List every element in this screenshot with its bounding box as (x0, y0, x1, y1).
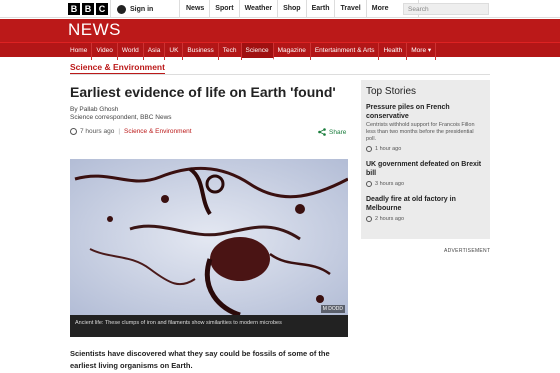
advertisement-label: ADVERTISEMENT (444, 248, 491, 254)
top-nav-weather[interactable]: Weather (240, 0, 279, 18)
nav-science[interactable]: Science (241, 43, 274, 60)
clock-icon (366, 216, 372, 222)
sign-in-button[interactable]: Sign in (110, 0, 180, 18)
nav-uk[interactable]: UK (165, 43, 184, 60)
top-story-time-label: 1 hour ago (375, 146, 402, 152)
top-story-title[interactable]: Deadly fire at old factory in Melbourne (366, 195, 485, 213)
top-story-summary: Centrists withhold support for Francois … (366, 122, 475, 142)
top-story-item[interactable]: Pressure piles on French conservative Ce… (366, 103, 485, 152)
nav-business[interactable]: Business (183, 43, 219, 60)
share-icon (318, 128, 326, 136)
byline-author: By Pallab Ghosh (70, 106, 119, 113)
image-caption: Ancient life: These clumps of iron and f… (70, 315, 348, 337)
top-story-title[interactable]: Pressure piles on French conservative (366, 103, 485, 121)
divider (70, 74, 490, 75)
sign-in-label: Sign in (130, 5, 154, 13)
article-lead: Scientists have discovered what they say… (70, 349, 330, 370)
nav-asia[interactable]: Asia (144, 43, 166, 60)
image-credit: M DODD (320, 305, 345, 313)
article-image: M DODD Ancient life: These clumps of iro… (70, 159, 348, 337)
article-category-link[interactable]: Science & Environment (124, 128, 192, 135)
logo-letter: B (82, 3, 94, 15)
nav-more[interactable]: More ▾ (407, 43, 437, 60)
microfossil-illustration (70, 159, 348, 315)
top-stories-heading: Top Stories (366, 86, 417, 97)
top-nav-travel[interactable]: Travel (335, 0, 367, 18)
top-story-time-label: 3 hours ago (375, 181, 405, 187)
nav-more-label: More (411, 47, 427, 54)
news-header: NEWS (0, 19, 560, 42)
bbc-logo[interactable]: B B C (68, 3, 108, 15)
top-stories-panel: Top Stories Pressure piles on French con… (361, 80, 490, 239)
top-story-item[interactable]: Deadly fire at old factory in Melbourne … (366, 195, 485, 222)
nav-video[interactable]: Video (92, 43, 118, 60)
article-time: 7 hours ago (80, 128, 115, 135)
top-story-title[interactable]: UK government defeated on Brexit bill (366, 160, 485, 178)
top-nav-news[interactable]: News (181, 0, 211, 18)
share-label: Share (329, 128, 347, 136)
nav-entertainment-arts[interactable]: Entertainment & Arts (311, 43, 380, 60)
top-story-time: 3 hours ago (366, 181, 485, 187)
top-nav-shop[interactable]: Shop (278, 0, 307, 18)
top-story-time: 1 hour ago (366, 146, 485, 152)
nav-world[interactable]: World (118, 43, 144, 60)
logo-letter: B (68, 3, 80, 15)
clock-icon (366, 181, 372, 187)
nav-tech[interactable]: Tech (219, 43, 242, 60)
share-button[interactable]: Share (318, 128, 346, 136)
top-nav: News Sport Weather Shop Earth Travel Mor… (181, 0, 419, 18)
user-icon (117, 4, 126, 14)
top-story-item[interactable]: UK government defeated on Brexit bill 3 … (366, 160, 485, 187)
logo-letter: C (96, 3, 108, 15)
section-nav: Home Video World Asia UK Business Tech S… (0, 42, 560, 60)
meta-separator: | (118, 128, 121, 135)
nav-home[interactable]: Home (66, 43, 93, 60)
article-headline: Earliest evidence of life on Earth 'foun… (70, 84, 336, 100)
nav-magazine[interactable]: Magazine (274, 43, 311, 60)
top-nav-earth[interactable]: Earth (307, 0, 336, 18)
clock-icon (366, 146, 372, 152)
top-story-time: 2 hours ago (366, 216, 485, 222)
top-story-time-label: 2 hours ago (375, 216, 405, 222)
top-bar: B B C Sign in News Sport Weather Shop Ea… (0, 0, 560, 18)
clock-icon (70, 128, 77, 135)
search-input[interactable]: Search (403, 3, 489, 15)
news-title[interactable]: NEWS (68, 20, 121, 40)
byline-role: Science correspondent, BBC News (70, 114, 172, 121)
top-nav-sport[interactable]: Sport (210, 0, 240, 18)
nav-health[interactable]: Health (379, 43, 408, 60)
article-meta: 7 hours ago | Science & Environment (70, 128, 192, 135)
